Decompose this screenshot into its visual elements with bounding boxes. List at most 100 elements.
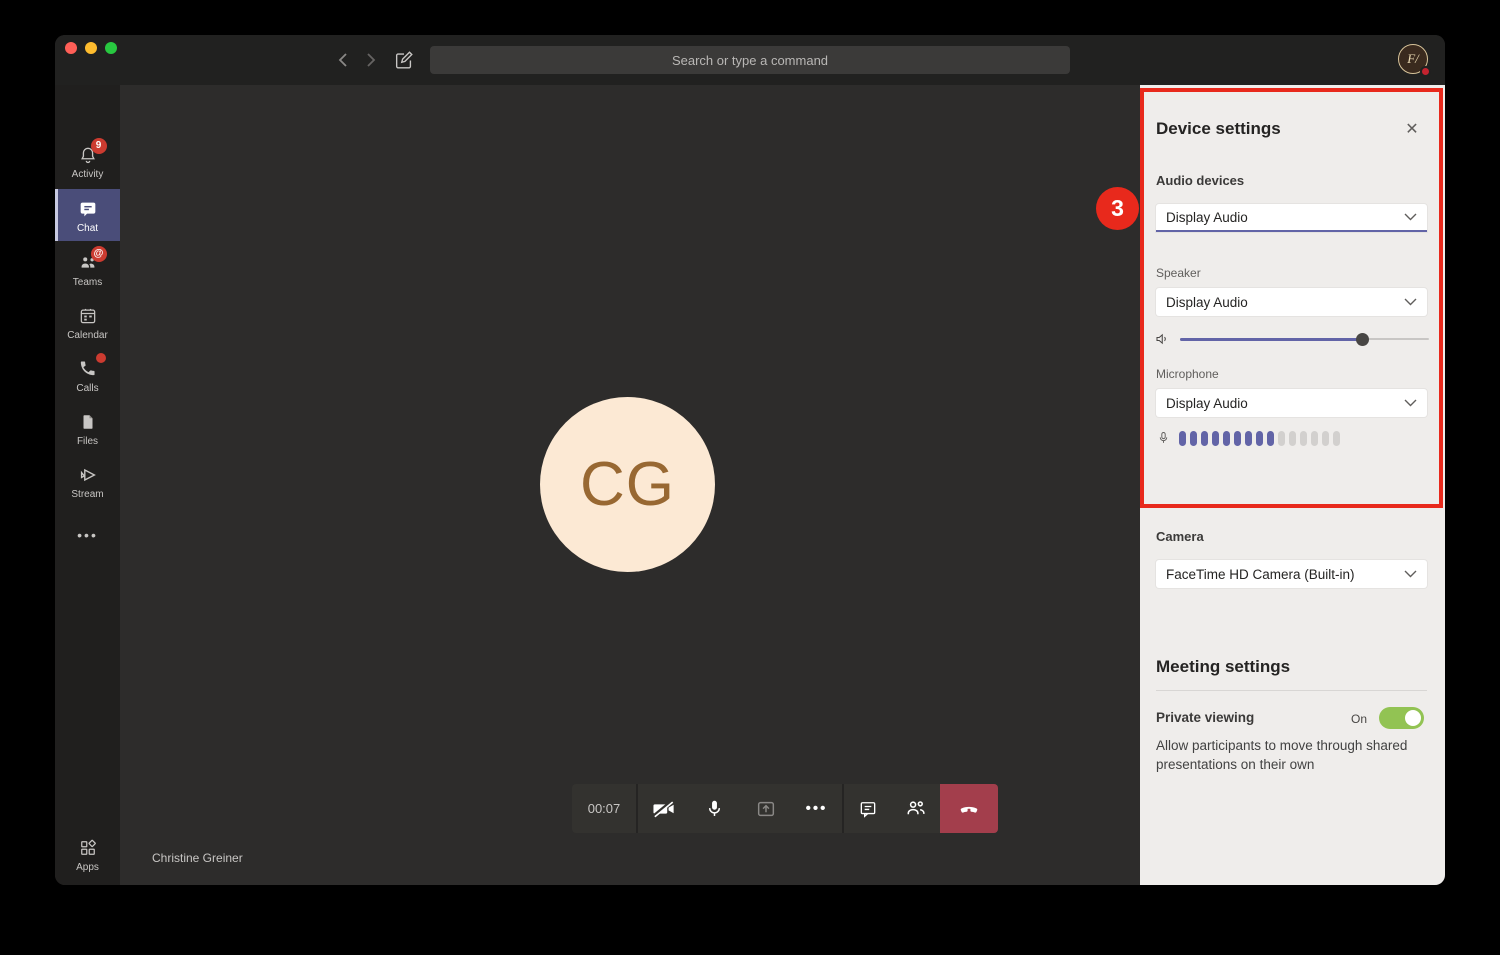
- sidebar-label: Apps: [76, 862, 99, 873]
- presence-busy-dot: [1420, 66, 1431, 77]
- chevron-down-icon: [1404, 399, 1417, 407]
- sidebar-item-help[interactable]: Help: [55, 882, 120, 885]
- meeting-control-bar: 00:07 •••: [572, 784, 998, 833]
- sidebar-item-activity[interactable]: 9 Activity: [55, 135, 120, 187]
- participant-initials: CG: [580, 449, 675, 520]
- search-input[interactable]: [430, 46, 1070, 74]
- mic-level-bar: [1234, 431, 1241, 446]
- mic-level-bar: [1201, 431, 1208, 446]
- ellipsis-icon: •••: [806, 800, 828, 817]
- chevron-left-icon: [338, 52, 348, 68]
- mic-level-bar: [1267, 431, 1274, 446]
- microphone-value: Display Audio: [1166, 396, 1404, 411]
- speaker-volume-row: [1154, 330, 1429, 348]
- new-chat-button[interactable]: [393, 49, 415, 71]
- phone-icon: [78, 359, 97, 378]
- audio-devices-dropdown[interactable]: Display Audio: [1156, 204, 1427, 232]
- mic-level-bar: [1223, 431, 1230, 446]
- audio-devices-label: Audio devices: [1156, 173, 1244, 188]
- mic-level-bar: [1256, 431, 1263, 446]
- chevron-down-icon: [1404, 213, 1417, 221]
- sidebar-label: Activity: [72, 169, 104, 180]
- sidebar-item-chat[interactable]: Chat: [55, 189, 120, 241]
- mic-level-bar: [1179, 431, 1186, 446]
- zoom-window-button[interactable]: [105, 42, 117, 54]
- mic-toggle-button[interactable]: [689, 784, 740, 833]
- microphone-icon: [704, 798, 725, 819]
- call-timer: 00:07: [572, 784, 638, 833]
- camera-off-icon: [651, 798, 677, 820]
- speaker-label: Speaker: [1156, 266, 1201, 280]
- camera-dropdown[interactable]: FaceTime HD Camera (Built-in): [1156, 560, 1427, 588]
- device-settings-panel: Device settings ✕ Audio devices Display …: [1140, 85, 1445, 885]
- camera-value: FaceTime HD Camera (Built-in): [1166, 567, 1404, 582]
- camera-toggle-button[interactable]: [638, 784, 689, 833]
- close-window-button[interactable]: [65, 42, 77, 54]
- sidebar-item-teams[interactable]: @ Teams: [55, 243, 120, 295]
- sidebar-item-calendar[interactable]: Calendar: [55, 296, 120, 348]
- file-icon: [79, 413, 97, 431]
- sidebar-item-stream[interactable]: Stream: [55, 455, 120, 507]
- close-panel-button[interactable]: ✕: [1402, 119, 1422, 139]
- meeting-stage: CG Christine Greiner 00:07 •••: [120, 85, 1140, 885]
- sidebar-label: Stream: [71, 489, 103, 500]
- volume-slider-fill: [1180, 338, 1362, 341]
- teams-badge: @: [91, 246, 107, 262]
- chat-lines-icon: [858, 799, 878, 819]
- more-options-button[interactable]: •••: [791, 784, 842, 833]
- volume-slider[interactable]: [1180, 330, 1429, 348]
- sidebar-item-files[interactable]: Files: [55, 402, 120, 454]
- annotation-step-badge: 3: [1096, 187, 1139, 230]
- calendar-icon: [78, 306, 98, 326]
- panel-title: Device settings: [1156, 119, 1281, 139]
- close-icon: ✕: [1405, 119, 1418, 139]
- mic-level-row: [1156, 430, 1340, 446]
- back-button[interactable]: [335, 52, 351, 68]
- minimize-window-button[interactable]: [85, 42, 97, 54]
- meeting-settings-title: Meeting settings: [1156, 657, 1290, 677]
- mic-level-icon: [1156, 430, 1171, 446]
- title-bar: F/: [55, 35, 1445, 85]
- microphone-dropdown[interactable]: Display Audio: [1156, 389, 1427, 417]
- sidebar-more-button[interactable]: •••: [55, 527, 120, 543]
- participant-avatar: CG: [540, 397, 715, 572]
- mic-level-meter: [1179, 431, 1340, 446]
- hang-up-button[interactable]: [940, 784, 998, 833]
- stream-icon: [77, 464, 99, 486]
- sidebar-item-calls[interactable]: Calls: [55, 349, 120, 401]
- microphone-label: Microphone: [1156, 367, 1219, 381]
- apps-grid-icon: [78, 838, 98, 858]
- share-screen-button[interactable]: [740, 784, 791, 833]
- calls-badge-dot: [96, 353, 106, 363]
- annotation-step-number: 3: [1111, 195, 1124, 222]
- mic-level-bar: [1190, 431, 1197, 446]
- camera-label: Camera: [1156, 529, 1204, 544]
- hang-up-icon: [956, 796, 982, 822]
- mic-level-bar: [1311, 431, 1318, 446]
- profile-avatar-initials: F/: [1407, 51, 1419, 67]
- private-viewing-state: On: [1337, 712, 1367, 726]
- chevron-down-icon: [1404, 298, 1417, 306]
- chat-panel-button[interactable]: [842, 784, 891, 833]
- sidebar-label: Calls: [76, 383, 98, 394]
- participants-button[interactable]: [891, 784, 940, 833]
- speaker-value: Display Audio: [1166, 295, 1404, 310]
- mic-level-bar: [1333, 431, 1340, 446]
- chevron-right-icon: [366, 52, 376, 68]
- sidebar-label: Chat: [77, 223, 98, 234]
- volume-slider-knob[interactable]: [1356, 333, 1369, 346]
- forward-button[interactable]: [363, 52, 379, 68]
- mic-level-bar: [1212, 431, 1219, 446]
- teams-window: F/ 9 Activity Chat @: [55, 35, 1445, 885]
- mic-level-bar: [1289, 431, 1296, 446]
- mic-level-bar: [1322, 431, 1329, 446]
- speaker-dropdown[interactable]: Display Audio: [1156, 288, 1427, 316]
- sidebar-label: Files: [77, 436, 98, 447]
- mic-level-bar: [1245, 431, 1252, 446]
- sidebar-label: Teams: [73, 277, 102, 288]
- private-viewing-label: Private viewing: [1156, 710, 1254, 725]
- private-viewing-toggle[interactable]: [1379, 707, 1424, 729]
- mic-level-bar: [1278, 431, 1285, 446]
- sidebar-item-apps[interactable]: Apps: [55, 828, 120, 880]
- desktop-background: F/ 9 Activity Chat @: [0, 0, 1500, 955]
